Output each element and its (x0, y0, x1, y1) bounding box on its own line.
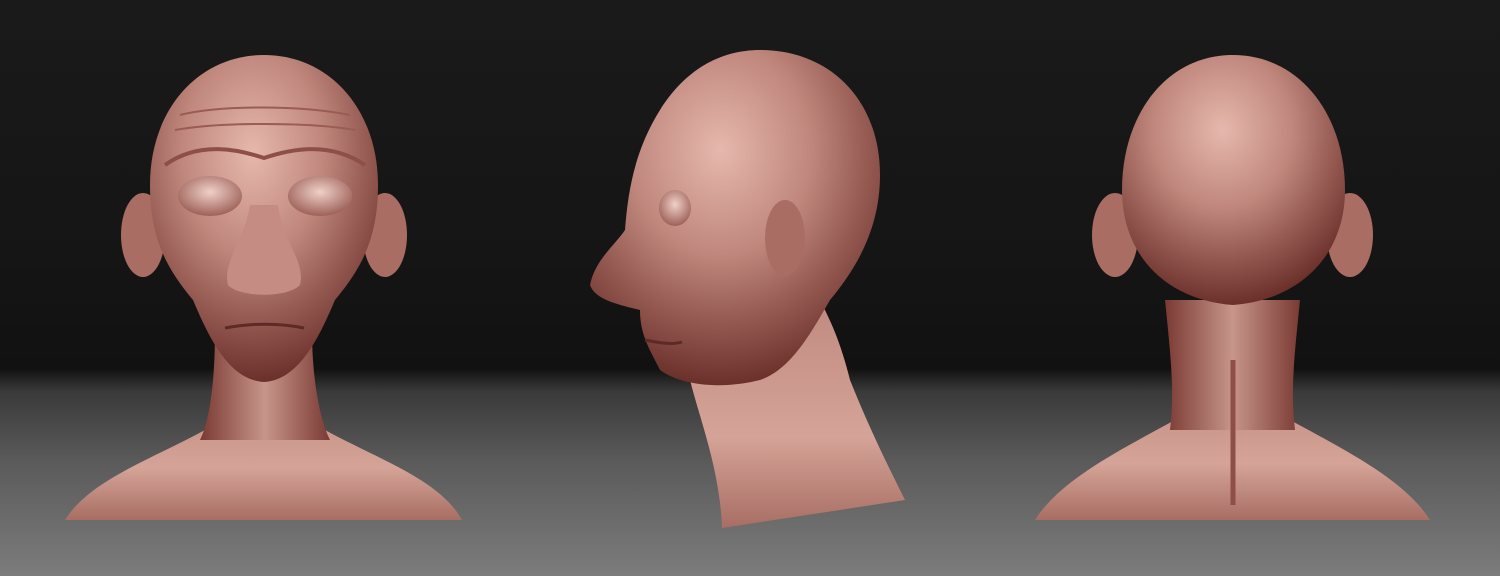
front-eye-left (178, 176, 242, 216)
render-viewport (0, 0, 1500, 576)
back-view (1035, 55, 1430, 520)
front-view (65, 55, 462, 520)
side-ear (765, 200, 805, 276)
front-eye-right (288, 176, 352, 216)
side-eye (659, 190, 691, 226)
side-view (590, 50, 905, 528)
sculpt-renders (65, 50, 1430, 528)
side-head (590, 50, 880, 386)
back-head (1122, 55, 1345, 305)
